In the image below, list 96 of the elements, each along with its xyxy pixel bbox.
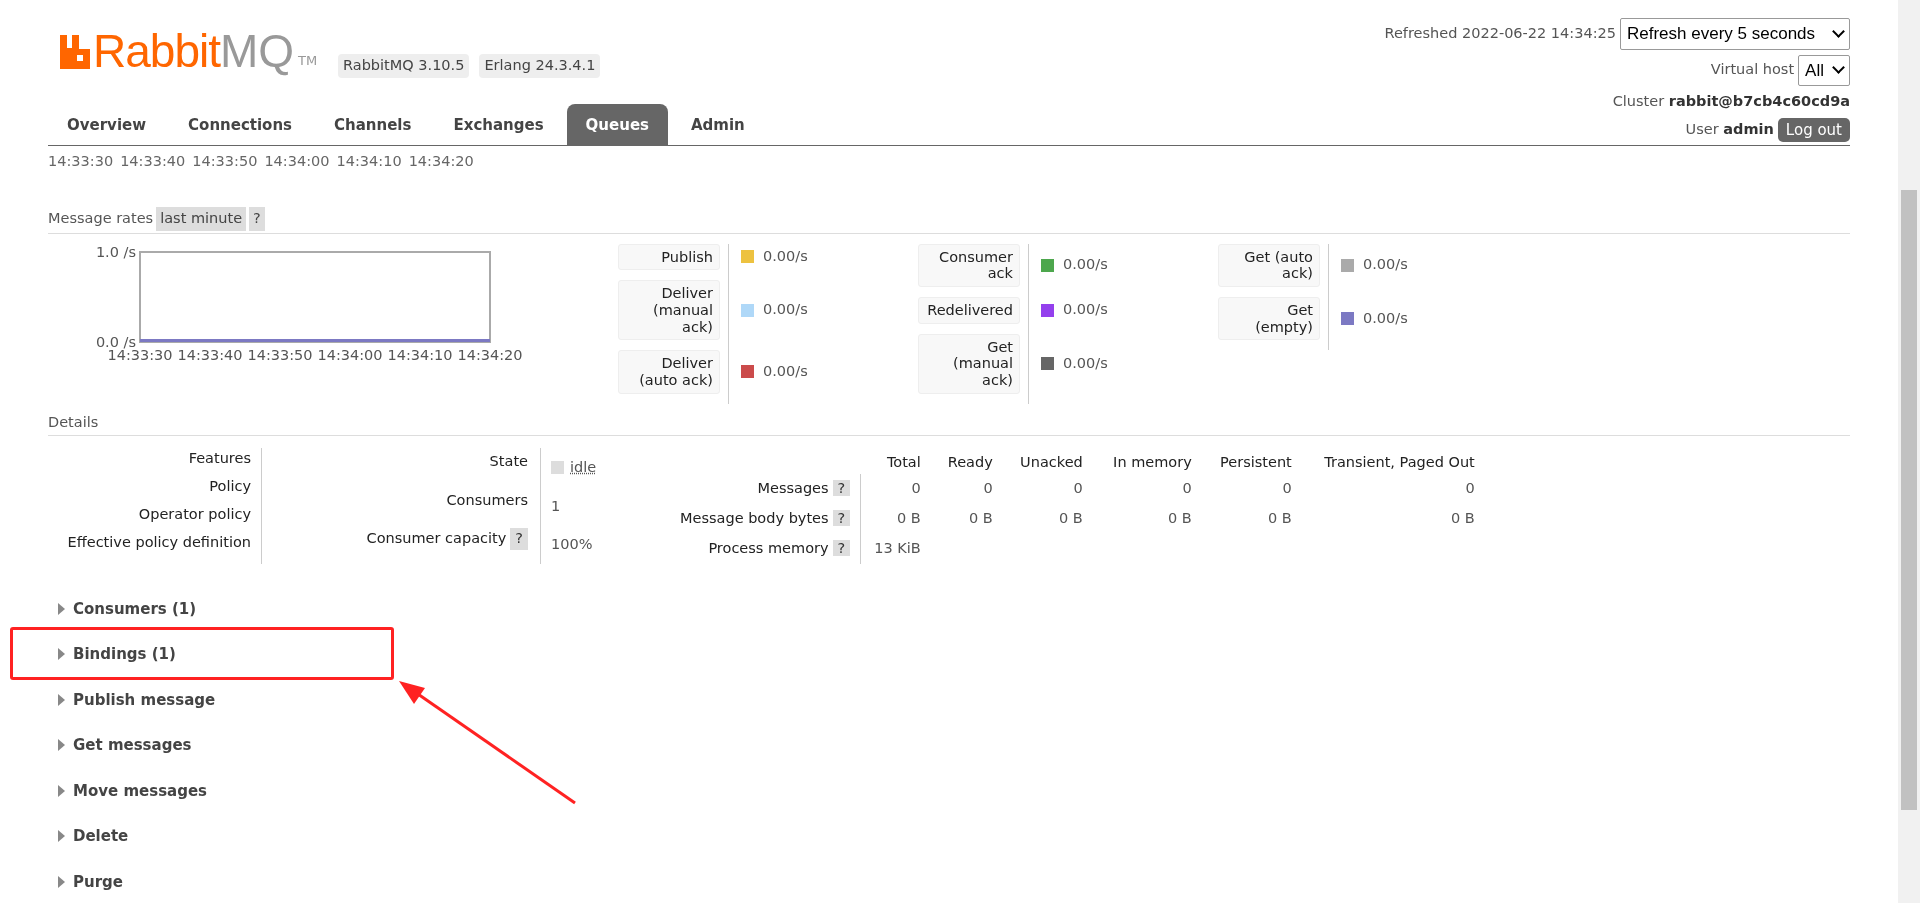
rate-label: Deliver (auto ack) (618, 350, 720, 394)
property-label: Policy (208, 477, 251, 497)
property-label: Operator policy (137, 504, 251, 524)
section-title: Details (48, 412, 99, 432)
table-cell: 0 B (1168, 510, 1192, 527)
rate-label: Redelivered (918, 296, 1020, 324)
row-label: Messages (757, 480, 829, 497)
table-cell: 0 B (1268, 510, 1292, 527)
help-button[interactable]: ? (249, 206, 265, 231)
axis-label: 14:34:10 (336, 152, 402, 171)
axis-label: 14:34:10 (387, 346, 453, 363)
table-cell: 0 B (1059, 510, 1083, 527)
nav-tab[interactable]: Channels (315, 103, 431, 145)
column-header: Transient, Paged Out (1291, 452, 1475, 475)
rate-label: Deliver (manual ack) (618, 280, 720, 341)
stat-value: 1 (551, 496, 561, 516)
axis-label: 14:34:20 (457, 346, 523, 363)
rate-label: Get (auto ack) (1218, 243, 1320, 287)
table-cell: 0 B (1451, 510, 1475, 527)
rate-value: 0.00/s (1363, 308, 1408, 328)
rate-label: Get (manual ack) (918, 333, 1020, 394)
axis-label: 14:34:00 (317, 346, 383, 363)
table-cell: 0 (1073, 480, 1083, 497)
axis-label: 14:33:40 (177, 346, 243, 363)
table-cell: 0 (911, 480, 921, 497)
section-toggle[interactable]: Purge (58, 870, 123, 894)
table-cell: 0 (1465, 480, 1475, 497)
stat-label: State (489, 452, 528, 472)
table-cell: 0 B (897, 510, 921, 527)
section-title: Message rates (48, 208, 154, 228)
logo-text: Rabbit (93, 28, 220, 74)
logout-button[interactable]: Log out (1777, 117, 1850, 143)
rate-value: 0.00/s (1363, 255, 1408, 275)
scrollbar-thumb[interactable] (1901, 190, 1917, 810)
column-header: Persistent (1191, 452, 1292, 475)
table-cell: 0 (983, 480, 993, 497)
stat-label: Consumers (446, 491, 528, 511)
stat-value: 100% (551, 535, 593, 555)
row-label: Message body bytes (680, 510, 829, 527)
version-tag: Erlang 24.3.4.1 (479, 54, 601, 78)
axis-label: 14:33:30 (48, 152, 114, 171)
table-cell: 0 B (969, 510, 993, 527)
rate-value: 0.00/s (1063, 353, 1108, 373)
axis-label: 14:34:00 (264, 152, 330, 171)
rate-value: 0.00/s (1063, 300, 1108, 320)
property-label: Features (187, 449, 251, 469)
axis-label: 14:33:40 (120, 152, 186, 171)
rate-label: Consumer ack (918, 243, 1020, 287)
property-label: Effective policy definition (66, 532, 251, 552)
rate-value: 0.00/s (763, 362, 808, 381)
trademark: TM (298, 51, 318, 70)
nav-tab[interactable]: Admin (672, 103, 764, 145)
section-toggle[interactable]: Publish message (58, 688, 216, 712)
user-text: User admin (1685, 120, 1774, 140)
nav-tab[interactable]: Exchanges (434, 103, 563, 145)
version-tag: RabbitMQ 3.10.5 (338, 54, 470, 78)
column-header: Ready (946, 453, 993, 473)
refresh-select[interactable]: Refresh every 5 seconds (1620, 18, 1850, 50)
stat-label: Consumer capacity (366, 529, 507, 549)
section-toggle[interactable]: Delete (58, 825, 129, 848)
help-button[interactable]: ? (832, 480, 851, 497)
column-header: In memory (1112, 453, 1192, 473)
column-header: Total (860, 452, 921, 475)
section-toggle[interactable]: Move messages (58, 779, 208, 803)
help-button[interactable]: ? (832, 510, 851, 527)
axis-label: 14:33:50 (247, 346, 313, 363)
logo-icon (60, 35, 90, 69)
column-header: Unacked (992, 452, 1083, 475)
rate-label: Publish (618, 243, 720, 271)
rate-value: 0.00/s (763, 246, 808, 266)
rate-label: Get (empty) (1218, 296, 1320, 341)
state-value: idle (570, 458, 597, 478)
range-select[interactable]: last minute (156, 206, 247, 231)
vhost-label: Virtual host (1710, 60, 1795, 80)
nav-tab[interactable]: Connections (169, 103, 312, 145)
rate-value: 0.00/s (1063, 255, 1108, 275)
axis-label: 14:34:20 (408, 152, 474, 171)
help-button[interactable]: ? (832, 540, 851, 557)
refreshed-text: Refreshed 2022-06-22 14:34:25 (1384, 23, 1616, 43)
nav-tab[interactable]: Queues (566, 103, 668, 145)
table-cell: 13 KiB (874, 540, 921, 557)
cluster-text: Cluster rabbit@b7cb4c60cd9a (1612, 92, 1850, 111)
section-toggle[interactable]: Consumers (1) (58, 597, 197, 621)
nav-tab[interactable]: Overview (48, 103, 166, 145)
axis-label: 1.0 /s (95, 243, 136, 260)
axis-label: 14:33:50 (192, 152, 258, 171)
section-toggle[interactable]: Bindings (1) (58, 643, 176, 666)
table-cell: 0 (1282, 480, 1292, 497)
help-button[interactable]: ? (510, 528, 528, 551)
table-cell: 0 (1182, 480, 1192, 497)
rate-value: 0.00/s (763, 300, 808, 320)
scrollbar[interactable] (1898, 0, 1920, 903)
section-toggle[interactable]: Get messages (58, 734, 192, 757)
row-label: Process memory (708, 540, 829, 557)
state-indicator (551, 461, 564, 475)
vhost-select[interactable]: All (1798, 54, 1850, 86)
